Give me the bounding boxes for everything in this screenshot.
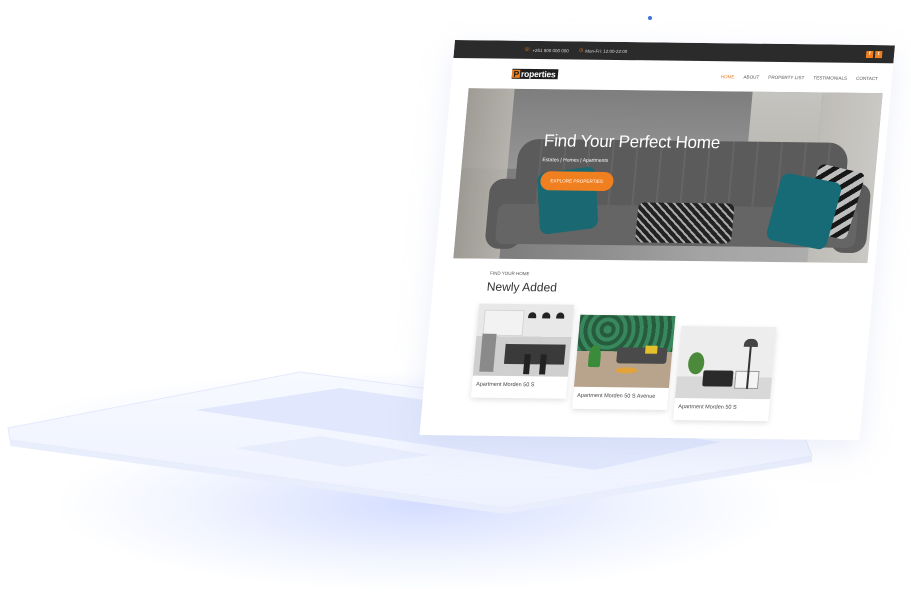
social-links: f t [865,50,883,58]
property-image-room [675,326,777,400]
nav-item-property-list[interactable]: PROPERTY LIST [768,74,805,79]
nav-item-contact[interactable]: CONTACT [856,75,878,80]
property-cards: Apartment Morden 50 S Apartment Morden 5… [421,303,872,428]
phone-icon: ☏ [523,46,531,53]
nav-menu: HOME ABOUT PROPERTY LIST TESTIMONIALS CO… [721,74,879,81]
facebook-icon[interactable]: f [865,50,874,58]
laptop-screen: ☏ +251 900 000 000 ◷ Mon-Fri: 12:00-22:0… [419,40,895,441]
nav-item-about[interactable]: ABOUT [743,74,759,79]
nav-item-home[interactable]: HOME [721,74,735,79]
stage: ☏ +251 900 000 000 ◷ Mon-Fri: 12:00-22:0… [0,0,911,596]
property-image-living-room [573,314,676,388]
hero-banner: Find Your Perfect Home Estates | Homes |… [453,88,883,264]
nav-item-testimonials[interactable]: TESTIMONIALS [813,75,847,80]
property-image-kitchen [472,303,575,377]
hero-subtitle: Estates | Homes | Apartments [542,157,609,164]
section-title: Newly Added [486,279,558,295]
explore-properties-button[interactable]: EXPLORE PROPERTIES [539,171,614,192]
logo-mark: P [511,68,521,79]
clock-icon: ◷ [578,47,584,54]
property-card[interactable]: Apartment Morden 50 S [673,326,777,422]
twitter-icon[interactable]: t [874,50,883,58]
hours-info: ◷ Mon-Fri: 12:00-22:00 [579,47,628,54]
logo-text: roperties [520,68,557,79]
phone-text: +251 900 000 000 [532,47,570,53]
property-card[interactable]: Apartment Morden 50 S Avenue [571,314,676,410]
phone-info: ☏ +251 900 000 000 [524,47,569,54]
camera-dot [648,16,652,20]
logo[interactable]: P roperties [511,68,559,80]
section-kicker: FIND YOUR HOME [489,270,530,277]
property-caption: Apartment Morden 50 S [475,381,535,389]
property-caption: Apartment Morden 50 S [677,404,737,411]
property-caption: Apartment Morden 50 S Avenue [576,392,656,400]
hero-content: Find Your Perfect Home Estates | Homes |… [539,131,721,192]
hours-text: Mon-Fri: 12:00-22:00 [585,48,628,54]
property-card[interactable]: Apartment Morden 50 S [470,303,575,399]
hero-title: Find Your Perfect Home [543,131,721,153]
